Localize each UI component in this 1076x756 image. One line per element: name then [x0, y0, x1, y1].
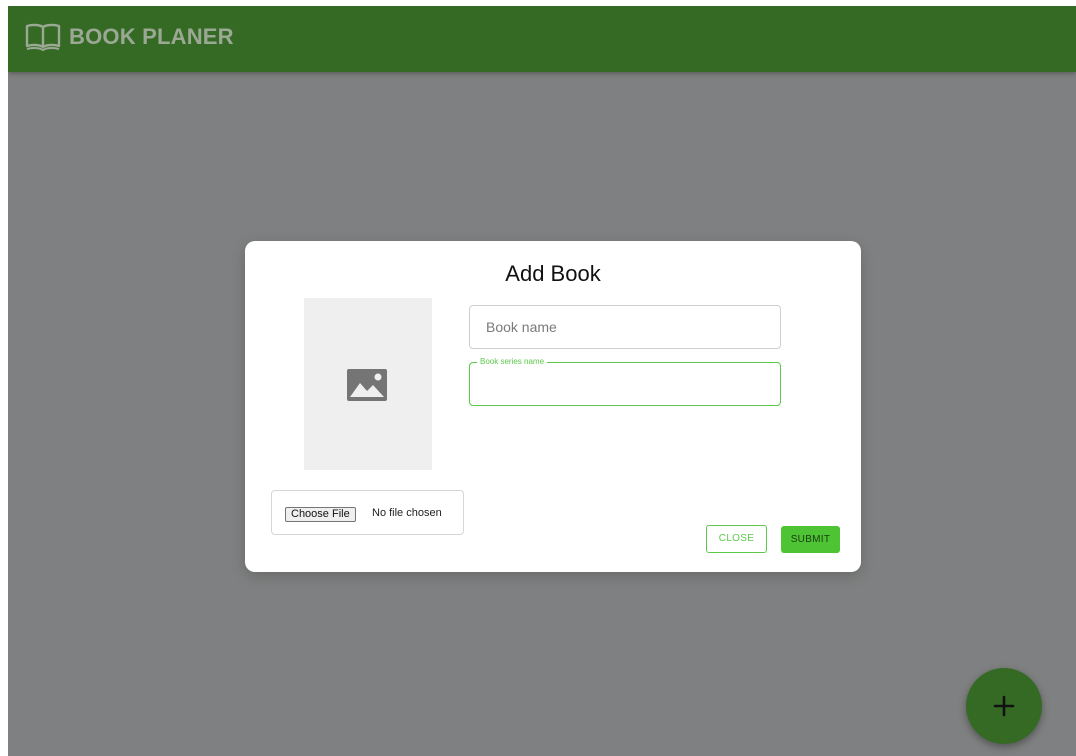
image-icon [347, 369, 387, 401]
plus-icon [993, 695, 1015, 717]
book-name-field[interactable] [469, 305, 781, 349]
book-name-input[interactable] [470, 306, 780, 348]
choose-file-button[interactable]: Choose File [285, 507, 356, 522]
app-bar: BOOK PLANER [8, 6, 1076, 72]
dialog-title: Add Book [505, 261, 601, 286]
add-book-dialog: Add Book Choose File No file chosen Book… [245, 241, 861, 572]
submit-button[interactable]: SUBMIT [781, 526, 840, 553]
file-status-text: No file chosen [372, 507, 442, 519]
close-button[interactable]: CLOSE [706, 525, 767, 553]
app-title: BOOK PLANER [69, 24, 234, 49]
open-book-icon [25, 23, 61, 52]
file-input[interactable]: Choose File No file chosen [271, 490, 464, 535]
book-series-input[interactable] [470, 363, 780, 405]
add-book-fab[interactable] [966, 668, 1042, 744]
cover-image-preview [304, 298, 432, 470]
app-window: BOOK PLANER Add Book Choose File No file… [8, 6, 1076, 756]
book-series-field[interactable]: Book series name [469, 357, 781, 406]
